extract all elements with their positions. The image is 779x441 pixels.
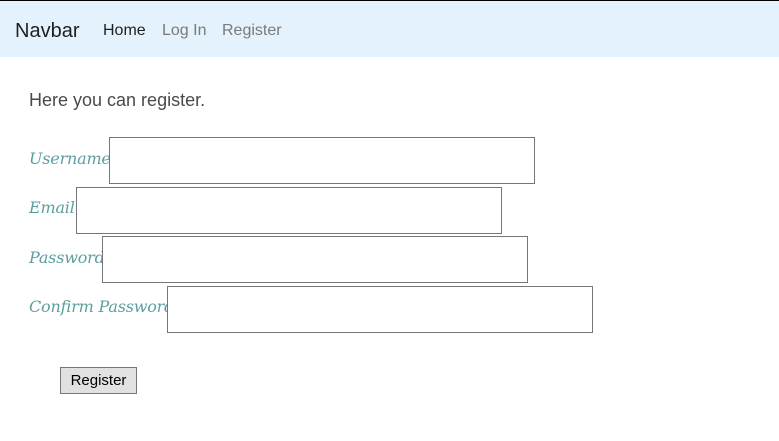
username-input[interactable] (109, 137, 535, 184)
password-input[interactable] (102, 236, 528, 283)
page-intro-text: Here you can register. (29, 90, 206, 110)
register-button[interactable]: Register (60, 367, 137, 394)
email-label: Email (29, 198, 75, 217)
confirm-password-input[interactable] (167, 286, 593, 333)
password-label: Password (29, 248, 105, 267)
confirm-password-label: Confirm Password (29, 297, 175, 316)
nav-link-register[interactable]: Register (222, 21, 282, 41)
nav-link-login[interactable]: Log In (162, 21, 206, 41)
email-input[interactable] (76, 187, 502, 234)
username-label: Username (29, 149, 111, 168)
navbar: Navbar Home Log In Register (0, 1, 779, 57)
navbar-brand[interactable]: Navbar (15, 19, 79, 43)
nav-link-home[interactable]: Home (103, 21, 146, 41)
